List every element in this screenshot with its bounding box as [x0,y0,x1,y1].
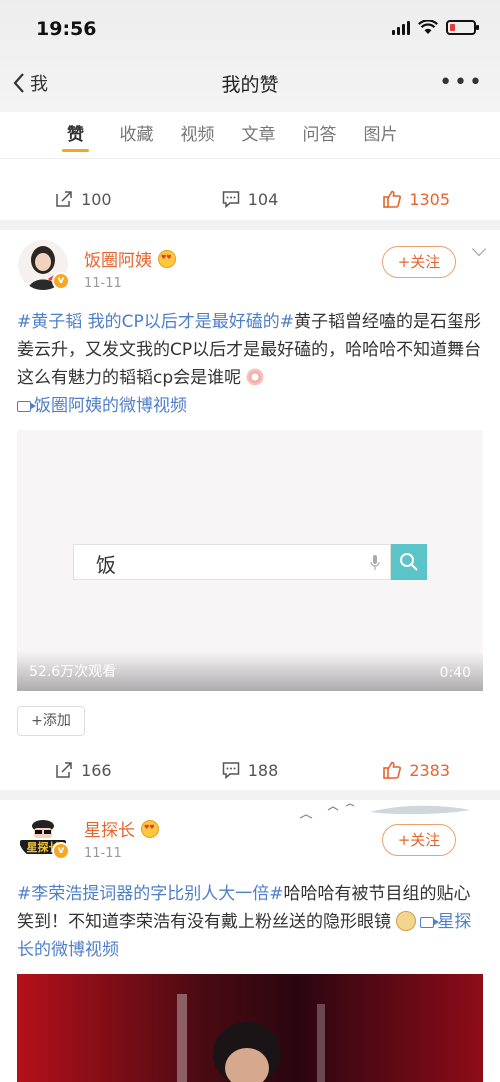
doge-emoji-icon [396,911,417,931]
chevron-down-icon[interactable] [471,241,487,257]
more-options-button[interactable]: ••• [439,70,484,95]
video-search-text: 饭 [96,553,116,577]
hashtag-link[interactable]: #李荣浩提词器的字比别人大一倍# [17,884,284,904]
video-player[interactable]: 饭 52.6万次观看 0:40 [17,430,483,691]
like-count: 2383 [409,760,451,780]
follow-button[interactable]: +关注 [382,246,456,278]
comment-button[interactable]: 104 [167,190,334,209]
tab-bar: 赞 收藏 视频 文章 问答 图片 [0,112,500,158]
emoji-love-icon [158,249,176,268]
microphone-icon [370,555,380,570]
post-author[interactable]: 饭圈阿姨 [84,246,176,271]
post-card-2: 星探长 v 星探长 11-11 +关注 #李荣浩提词器的字比别人大一倍#哈哈哈有… [0,800,500,1082]
post-actions: 166 188 2383 [0,744,500,796]
post-card-previous: 100 104 1305 [0,158,500,220]
like-count: 1305 [409,189,451,209]
video-camera-icon [17,401,36,412]
video-search-box: 饭 [73,544,391,580]
repost-count: 166 [81,760,112,780]
post-header: v 饭圈阿姨 11-11 +关注 [0,230,500,296]
tab-images[interactable]: 图片 [350,112,411,158]
comment-count: 104 [247,189,279,209]
author-name: 饭圈阿姨 [84,251,152,271]
thumbs-up-icon [383,761,402,779]
verified-badge-icon: v [52,842,70,860]
comment-count: 188 [247,760,279,780]
follow-button[interactable]: +关注 [382,824,456,856]
video-source-link[interactable]: 饭圈阿姨的微博视频 [17,396,187,416]
add-button[interactable]: +添加 [17,706,85,736]
tab-articles[interactable]: 文章 [228,112,289,158]
video-search-button [391,544,427,580]
comment-icon [222,762,239,779]
video-view-count: 52.6万次观看 [29,664,117,680]
battery-icon [446,20,479,35]
repost-icon [56,191,72,207]
verified-badge-icon: v [52,272,70,290]
like-button[interactable]: 2383 [333,761,500,780]
author-name: 星探长 [84,821,135,841]
repost-button[interactable]: 100 [0,190,167,209]
post-actions: 100 104 1305 [0,173,500,225]
repost-icon [56,762,72,778]
post-date: 11-11 [84,846,122,861]
status-time: 19:56 [36,18,97,40]
emoji-love-icon [141,819,159,838]
signal-icon [392,20,410,35]
flower-emoji-icon [245,367,266,387]
post-card-1: v 饭圈阿姨 11-11 +关注 #黄子韬 我的CP以后才是最好磕的#黄子韬曾经… [0,230,500,790]
page-title: 我的赞 [221,74,279,96]
tab-qa[interactable]: 问答 [289,112,350,158]
video-source-label: 饭圈阿姨的微博视频 [34,396,187,416]
search-icon [400,553,418,571]
top-bar: 19:56 我 我的赞 ••• [0,0,500,112]
wifi-icon [418,20,438,34]
post-header: 星探长 v 星探长 11-11 +关注 [0,800,500,866]
thumbs-up-icon [383,190,402,208]
post-text: #李荣浩提词器的字比别人大一倍#哈哈哈有被节目组的贴心笑到！不知道李荣浩有没有戴… [0,880,500,964]
video-duration: 0:40 [439,665,471,681]
post-date: 11-11 [84,276,122,291]
video-camera-icon [420,917,440,928]
tab-likes[interactable]: 赞 [45,112,106,158]
post-author[interactable]: 星探长 [84,816,159,841]
tab-favorites[interactable]: 收藏 [106,112,167,158]
comment-button[interactable]: 188 [167,761,334,780]
hashtag-link[interactable]: #黄子韬 我的CP以后才是最好磕的# [17,312,294,332]
video-player[interactable] [17,974,483,1082]
post-text: #黄子韬 我的CP以后才是最好磕的#黄子韬曾经嗑的是石玺彤姜云升，又发文我的CP… [0,308,500,420]
repost-count: 100 [81,189,112,209]
video-thumbnail [177,994,325,1082]
repost-button[interactable]: 166 [0,761,167,780]
status-icons [392,20,479,35]
like-button[interactable]: 1305 [333,190,500,209]
comment-icon [222,191,239,208]
tab-videos[interactable]: 视频 [167,112,228,158]
